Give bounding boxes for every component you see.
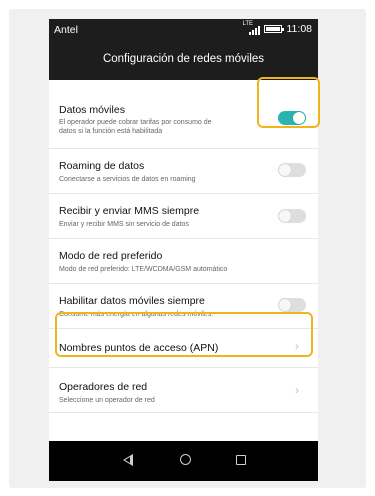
operators-row[interactable]: Operadores de red Seleccione un operador… <box>49 367 318 412</box>
status-indicators: LTE 11:08 <box>243 21 313 35</box>
carrier-name: Antel <box>54 24 78 36</box>
home-icon[interactable] <box>180 454 191 465</box>
operators-title: Operadores de red <box>59 381 148 393</box>
network-mode-row[interactable]: Modo de red preferido Modo de red prefer… <box>49 238 318 283</box>
roaming-title: Roaming de datos <box>59 160 145 172</box>
mobile-data-title: Datos móviles <box>59 104 125 116</box>
page-title: Configuración de redes móviles <box>102 53 265 65</box>
highlight-mobile-data-toggle <box>257 77 320 128</box>
roaming-toggle[interactable] <box>278 163 306 177</box>
roaming-subtitle: Conectarse a servicios de datos en roami… <box>59 176 196 183</box>
mobile-data-subtitle-2: datos si la función está habilitada <box>59 128 163 135</box>
highlight-apn-row <box>55 312 313 357</box>
recent-apps-icon[interactable] <box>236 455 246 465</box>
network-mode-subtitle: Modo de red preferido: LTE/WCDMA/GSM aut… <box>59 266 228 273</box>
clock: 11:08 <box>286 23 313 35</box>
network-mode-title: Modo de red preferido <box>59 250 163 262</box>
signal-icon: LTE <box>243 21 260 35</box>
chevron-right-icon: › <box>295 383 299 397</box>
always-data-toggle[interactable] <box>278 298 306 312</box>
mms-toggle[interactable] <box>278 209 306 223</box>
mms-row[interactable]: Recibir y enviar MMS siempre Enviar y re… <box>49 193 318 238</box>
operators-subtitle: Seleccione un operador de red <box>59 397 155 404</box>
always-data-title: Habilitar datos móviles siempre <box>59 295 205 307</box>
battery-icon <box>263 25 284 33</box>
mms-title: Recibir y enviar MMS siempre <box>59 205 200 217</box>
back-icon[interactable] <box>123 454 133 466</box>
mms-subtitle: Enviar y recibir MMS sin servicio de dat… <box>59 221 189 228</box>
app-header: Antel LTE 11:08 Configuración de redes m… <box>49 19 318 80</box>
navigation-bar <box>49 441 318 481</box>
roaming-row[interactable]: Roaming de datos Conectarse a servicios … <box>49 148 318 193</box>
divider <box>49 412 318 413</box>
mobile-data-subtitle-1: El operador puede cobrar tarifas por con… <box>59 119 212 126</box>
status-bar: Antel LTE 11:08 <box>49 19 318 41</box>
